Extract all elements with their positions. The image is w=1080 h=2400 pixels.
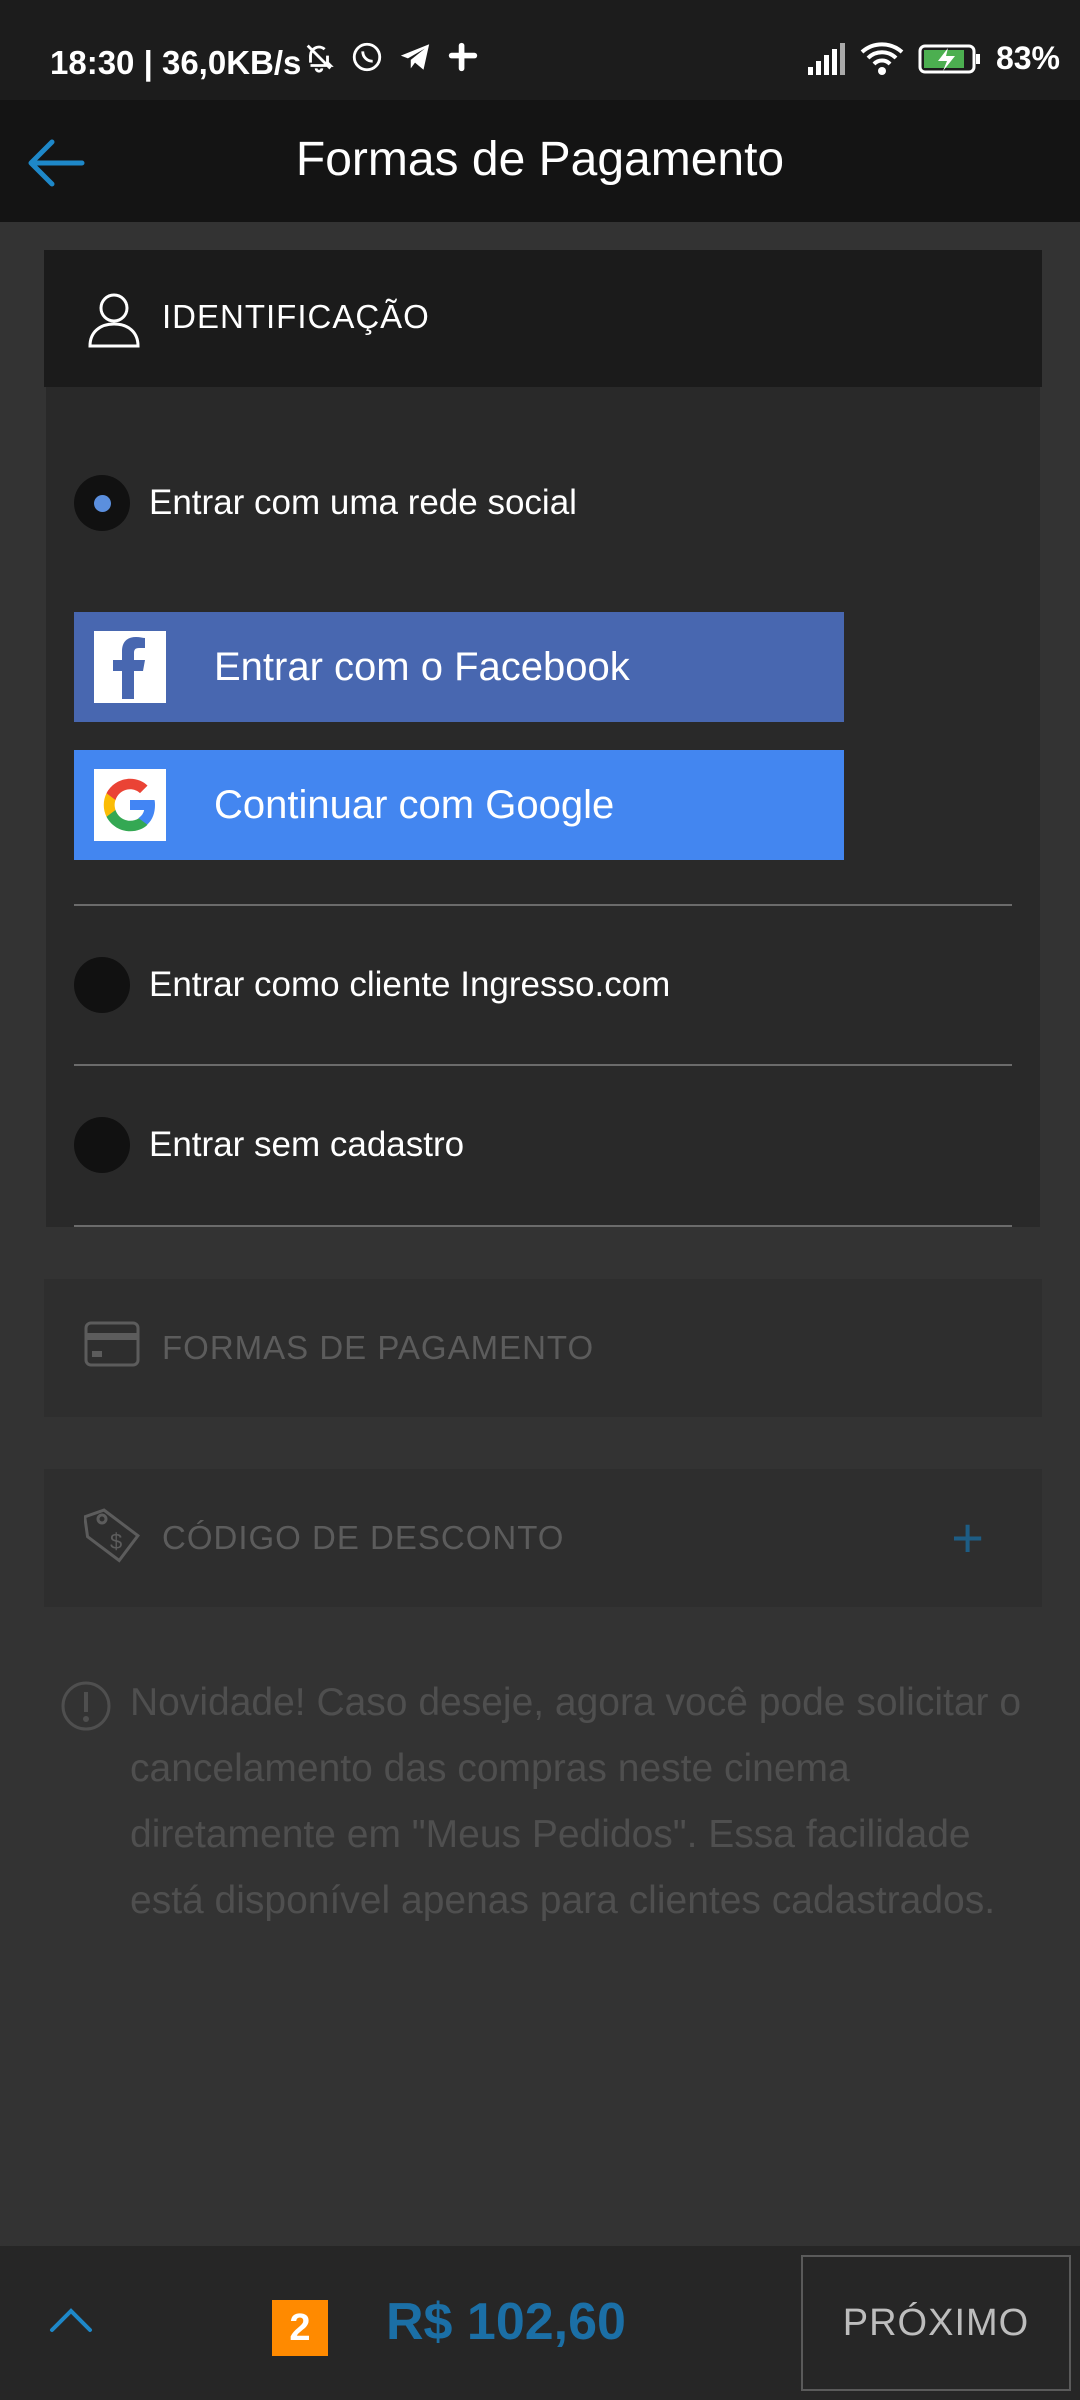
radio-no-register[interactable] <box>74 1117 130 1173</box>
notification-icons <box>302 40 480 74</box>
radio-social[interactable] <box>74 475 130 531</box>
status-bar: 18:30 | 36,0KB/s 83% <box>0 0 1080 100</box>
divider <box>74 1064 1012 1066</box>
divider <box>74 1225 1012 1227</box>
price-tag-icon: $ <box>84 1508 141 1563</box>
option-ingresso-client[interactable]: Entrar como cliente Ingresso.com <box>74 957 670 1013</box>
svg-text:$: $ <box>110 1529 122 1554</box>
page-title: Formas de Pagamento <box>295 133 785 186</box>
add-discount-button[interactable]: + <box>951 1505 984 1570</box>
whatsapp-icon <box>352 42 382 72</box>
option-no-register-label: Entrar sem cadastro <box>149 1125 465 1164</box>
option-social-label: Entrar com uma rede social <box>149 483 577 522</box>
discount-code-label: CÓDIGO DE DESCONTO <box>162 1519 565 1556</box>
battery-icon <box>918 44 980 73</box>
notice-text: Novidade! Caso deseje, agora você pode s… <box>130 1681 1022 1922</box>
slack-icon <box>448 42 478 72</box>
wifi-icon <box>860 41 904 75</box>
telegram-icon <box>400 44 430 70</box>
option-no-register[interactable]: Entrar sem cadastro <box>74 1117 464 1173</box>
ticket-count-badge: 2 <box>272 2300 328 2356</box>
user-icon <box>88 293 140 348</box>
battery-percent: 83% <box>995 40 1060 76</box>
identification-label: IDENTIFICAÇÃO <box>162 298 430 335</box>
discount-code-section[interactable]: $ CÓDIGO DE DESCONTO + <box>44 1469 1042 1607</box>
facebook-login-button[interactable]: Entrar com o Facebook <box>74 612 844 722</box>
google-login-label: Continuar com Google <box>214 782 615 827</box>
identification-header[interactable]: IDENTIFICAÇÃO <box>44 250 1042 387</box>
option-ingresso-label: Entrar como cliente Ingresso.com <box>149 965 671 1004</box>
status-time: 18:30 | 36,0KB/s <box>50 44 302 81</box>
google-icon <box>94 769 166 841</box>
divider <box>74 904 1012 906</box>
app-bar: Formas de Pagamento <box>0 100 1080 222</box>
payment-methods-label: FORMAS DE PAGAMENTO <box>162 1329 595 1366</box>
facebook-login-label: Entrar com o Facebook <box>214 644 630 689</box>
credit-card-icon <box>84 1321 140 1367</box>
signal-icon <box>807 42 845 75</box>
payment-methods-section[interactable]: FORMAS DE PAGAMENTO <box>44 1279 1042 1417</box>
identification-body: Entrar com uma rede social Entrar com o … <box>46 387 1040 1227</box>
facebook-icon <box>94 631 166 703</box>
radio-ingresso-client[interactable] <box>74 957 130 1013</box>
info-alert-icon <box>61 1681 111 1731</box>
next-button[interactable]: PRÓXIMO <box>801 2255 1071 2391</box>
option-social[interactable]: Entrar com uma rede social <box>74 475 577 531</box>
system-icons: 83% <box>806 40 1060 77</box>
bell-off-icon <box>306 44 334 73</box>
chevron-up-icon[interactable] <box>48 2304 94 2334</box>
order-total: R$ 102,60 <box>386 2293 626 2351</box>
google-login-button[interactable]: Continuar com Google <box>74 750 844 860</box>
bottom-bar: 2 R$ 102,60 PRÓXIMO <box>0 2246 1080 2400</box>
